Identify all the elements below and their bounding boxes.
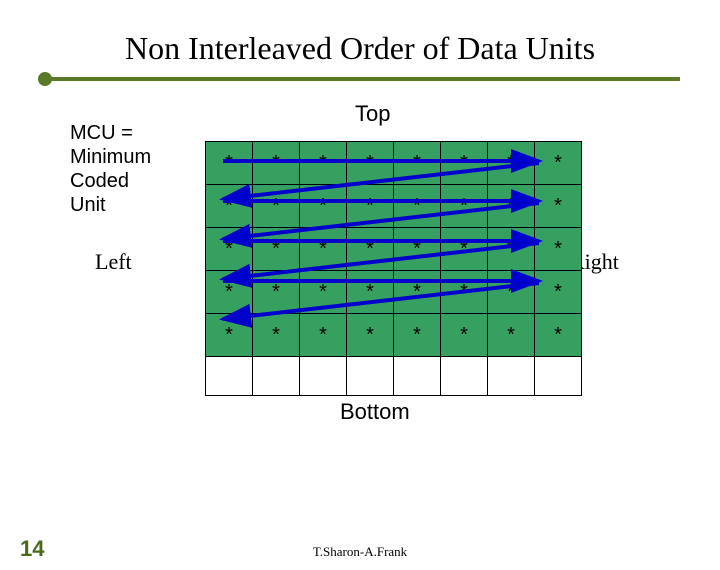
grid-blank-cell <box>300 357 347 396</box>
grid-cell: * <box>253 142 300 185</box>
title-rule <box>40 77 680 81</box>
grid-cell: * <box>535 142 582 185</box>
grid-blank-cell <box>535 357 582 396</box>
label-top: Top <box>355 101 390 127</box>
grid-cell: * <box>535 228 582 271</box>
grid-cell: * <box>535 185 582 228</box>
grid-cell: * <box>347 271 394 314</box>
grid-cell: * <box>206 185 253 228</box>
grid-cell: * <box>488 142 535 185</box>
grid-blank-cell <box>488 357 535 396</box>
grid-cell: * <box>300 228 347 271</box>
grid-blank-cell <box>347 357 394 396</box>
grid-cell: * <box>441 271 488 314</box>
grid-cell: * <box>347 185 394 228</box>
grid-cell: * <box>347 314 394 357</box>
footer-credit: T.Sharon-A.Frank <box>0 544 720 560</box>
grid-cell: * <box>441 228 488 271</box>
slide-title: Non Interleaved Order of Data Units <box>0 30 720 67</box>
grid-cell: * <box>535 271 582 314</box>
grid-blank-cell <box>206 357 253 396</box>
grid-cell: * <box>300 271 347 314</box>
grid-cell: * <box>347 228 394 271</box>
rule-dot <box>38 72 52 86</box>
grid-blank-cell <box>394 357 441 396</box>
grid-cell: * <box>300 142 347 185</box>
grid-cell: * <box>441 314 488 357</box>
grid-cell: * <box>394 228 441 271</box>
grid-cell: * <box>394 185 441 228</box>
grid-cell: * <box>206 228 253 271</box>
grid-cell: * <box>441 185 488 228</box>
data-grid: **************************************** <box>205 141 582 396</box>
grid-cell: * <box>206 142 253 185</box>
grid-cell: * <box>347 142 394 185</box>
grid-cell: * <box>488 314 535 357</box>
grid-cell: * <box>488 185 535 228</box>
grid-cell: * <box>300 185 347 228</box>
grid-cell: * <box>253 228 300 271</box>
grid-blank-cell <box>253 357 300 396</box>
grid-cell: * <box>394 271 441 314</box>
grid-blank-cell <box>441 357 488 396</box>
grid-cell: * <box>253 314 300 357</box>
grid-cell: * <box>488 228 535 271</box>
grid-cell: * <box>206 271 253 314</box>
label-left: Left <box>95 249 132 275</box>
diagram-area: MCU = Minimum Coded Unit Top Left Right … <box>0 111 720 451</box>
grid-cell: * <box>300 314 347 357</box>
grid-cell: * <box>441 142 488 185</box>
grid-cell: * <box>206 314 253 357</box>
grid-cell: * <box>394 142 441 185</box>
grid-cell: * <box>394 314 441 357</box>
grid-cell: * <box>253 271 300 314</box>
grid-cell: * <box>253 185 300 228</box>
grid-cell: * <box>535 314 582 357</box>
mcu-definition: MCU = Minimum Coded Unit <box>70 121 151 217</box>
grid-cell: * <box>488 271 535 314</box>
label-bottom: Bottom <box>340 399 410 425</box>
